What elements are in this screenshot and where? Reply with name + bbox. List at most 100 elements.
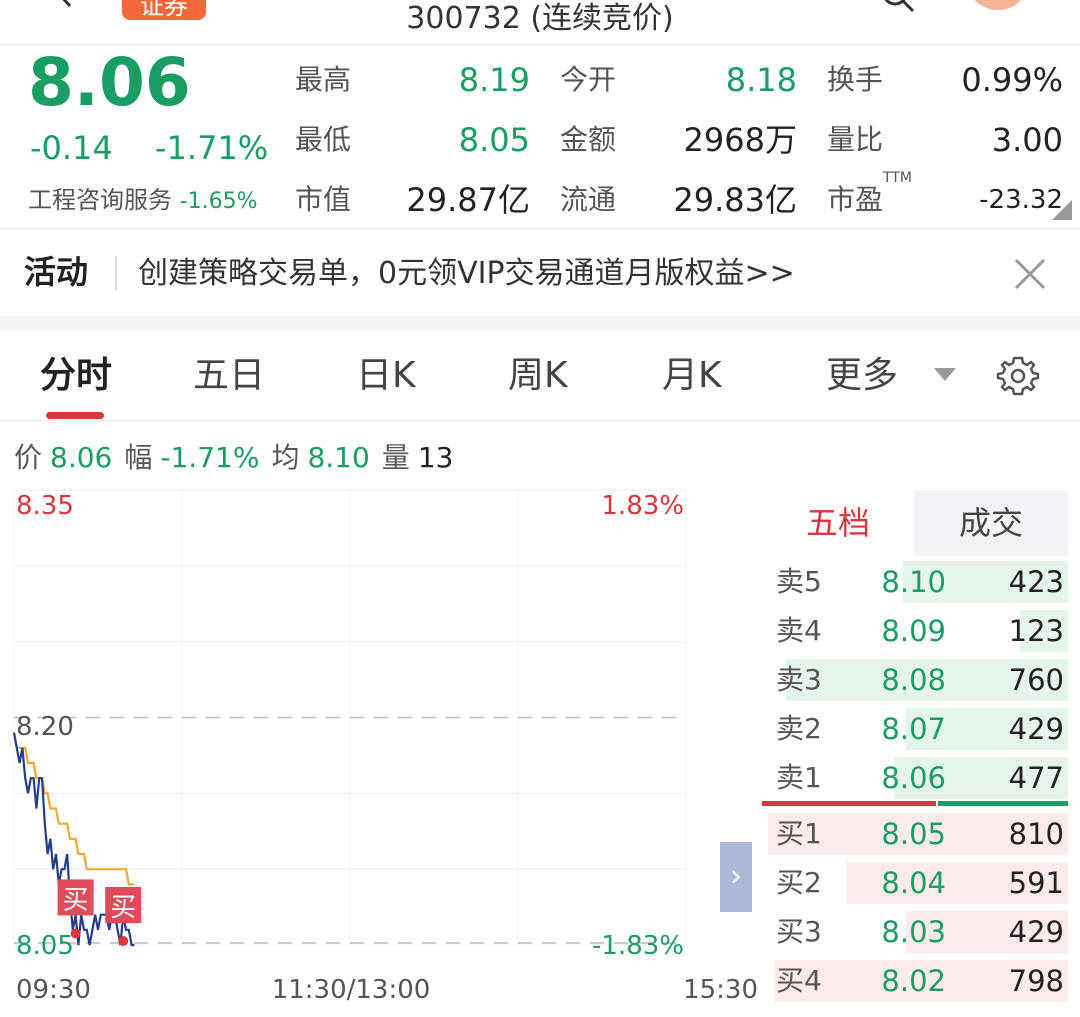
section-gap — [0, 316, 1080, 330]
buy-level-row[interactable]: 买4 8.02 798 — [762, 957, 1068, 1003]
stat-label: 换手 — [827, 63, 884, 96]
y-tick-label: 8.35 — [16, 491, 74, 521]
gear-icon[interactable] — [996, 354, 1040, 398]
stat-value: 8.05 — [458, 121, 530, 159]
level-volume: 798 — [1008, 964, 1064, 998]
stat-label: 流通 — [560, 183, 617, 216]
tab-fenshi[interactable]: 分时 — [40, 352, 112, 400]
price-label: 价 — [14, 441, 43, 474]
level-label: 买2 — [776, 866, 822, 899]
buy-level-row[interactable]: 买3 8.03 429 — [762, 908, 1068, 954]
level-volume: 760 — [1008, 663, 1064, 697]
level-label: 卖2 — [776, 712, 822, 745]
average-series-line — [12, 732, 135, 886]
volume-label: 量 — [381, 441, 410, 474]
active-tab-indicator — [46, 412, 104, 419]
tab-trades[interactable]: 成交 — [914, 490, 1068, 556]
y-tick-label: 8.05 — [16, 931, 74, 961]
stat-label: 市盈 — [827, 183, 884, 216]
activity-banner-link[interactable]: 创建策略交易单，0元领VIP交易通道月版权益>> — [138, 254, 795, 294]
amplitude-label: 幅 — [124, 441, 153, 474]
buy-level-row[interactable]: 买1 8.05 810 — [762, 810, 1068, 856]
sell-level-row[interactable]: 卖2 8.07 429 — [762, 705, 1068, 751]
level-label: 买4 — [776, 964, 822, 997]
sell-level-row[interactable]: 卖1 8.06 477 — [762, 754, 1068, 800]
level-volume: 429 — [1008, 712, 1064, 746]
sector-info[interactable]: 工程咨询服务 -1.65% — [28, 184, 257, 218]
info-amplitude: -1.71% — [160, 441, 260, 474]
stat-label: 今开 — [560, 63, 617, 96]
level-volume: 477 — [1008, 761, 1064, 795]
expand-corner-icon[interactable] — [1052, 200, 1072, 220]
level-label: 买1 — [776, 817, 822, 850]
tab-day-k[interactable]: 日K — [356, 352, 416, 400]
sector-name: 工程咨询服务 — [28, 186, 172, 214]
buy-marker-label: 买 — [63, 885, 89, 915]
stock-code-status: 300732 (连续竞价) — [406, 1, 674, 36]
current-price: 8.06 — [28, 44, 191, 121]
level-price: 8.07 — [881, 712, 946, 746]
pct-tick-label: -1.83% — [592, 931, 684, 961]
stat-value: 3.00 — [991, 121, 1063, 159]
divider — [115, 256, 117, 290]
level-label: 卖3 — [776, 663, 822, 696]
level-label: 卖5 — [776, 565, 822, 598]
stat-value: 2968万 — [683, 121, 797, 159]
stat-label: 市值 — [295, 183, 352, 216]
level-price: 8.05 — [881, 817, 946, 851]
close-icon[interactable] — [1010, 254, 1050, 294]
divider — [0, 228, 1080, 229]
crosshair-info: 价 8.06 幅 -1.71% 均 8.10 量 13 — [14, 440, 465, 476]
level-price: 8.10 — [881, 565, 946, 599]
order-book: 五档 成交 卖5 8.10 423 卖4 8.09 123 卖3 8.08 760 卖2 8.07 4… — [762, 490, 1080, 1017]
price-change-percent: -1.71% — [155, 129, 269, 167]
level-label: 卖1 — [776, 761, 822, 794]
buy-marker-dot — [118, 936, 129, 946]
stat-label: 最高 — [295, 63, 352, 96]
chevron-down-icon[interactable] — [934, 368, 956, 381]
stat-label: 最低 — [295, 123, 352, 156]
buy-level-row[interactable]: 买2 8.04 591 — [762, 859, 1068, 905]
top-bar: 证券 300732 (连续竞价) — [0, 0, 1080, 44]
tab-five-levels[interactable]: 五档 — [762, 490, 914, 556]
level-price: 8.02 — [881, 964, 946, 998]
level-price: 8.09 — [881, 614, 946, 648]
buy-marker-label: 买 — [110, 893, 136, 923]
level-volume: 810 — [1008, 817, 1064, 851]
info-price: 8.06 — [50, 441, 113, 474]
buy-pressure-bar — [762, 801, 936, 806]
tab-more[interactable]: 更多 — [826, 352, 898, 400]
sell-level-row[interactable]: 卖5 8.10 423 — [762, 558, 1068, 604]
stat-value: 29.83亿 — [673, 181, 797, 219]
info-average: 8.10 — [307, 441, 370, 474]
sell-level-row[interactable]: 卖3 8.08 760 — [762, 656, 1068, 702]
expand-panel-button[interactable]: › — [720, 842, 752, 912]
pct-tick-label: 1.83% — [601, 491, 684, 521]
price-change: -0.14 — [30, 129, 113, 167]
stat-value: -23.32 — [979, 185, 1063, 215]
stat-label: 金额 — [560, 123, 617, 156]
x-tick-label: 15:30 — [683, 975, 758, 1005]
intraday-chart[interactable]: 买买 8.35 8.20 8.05 1.83% -1.83% 09:30 11:30/13:… — [0, 480, 760, 1017]
search-icon[interactable] — [880, 0, 916, 14]
stat-value: 8.19 — [458, 61, 530, 99]
tab-month-k[interactable]: 月K — [662, 352, 722, 400]
stat-value: 0.99% — [961, 61, 1063, 99]
level-volume: 423 — [1008, 565, 1064, 599]
sector-change: -1.65% — [179, 189, 258, 214]
stat-label: 量比 — [827, 123, 884, 156]
level-volume: 123 — [1008, 614, 1064, 648]
tab-five-day[interactable]: 五日 — [193, 352, 265, 400]
stat-value: 29.87亿 — [406, 181, 530, 219]
level-price: 8.03 — [881, 915, 946, 949]
y-tick-label: 8.20 — [16, 712, 74, 742]
x-tick-label: 11:30/13:00 — [272, 975, 431, 1005]
tab-week-k[interactable]: 周K — [508, 352, 568, 400]
level-label: 买3 — [776, 915, 822, 948]
level-volume: 429 — [1008, 915, 1064, 949]
sell-pressure-bar — [938, 801, 1068, 806]
sell-level-row[interactable]: 卖4 8.09 123 — [762, 607, 1068, 653]
activity-label: 活动 — [24, 253, 89, 291]
average-label: 均 — [271, 441, 300, 474]
divider — [0, 420, 1080, 421]
